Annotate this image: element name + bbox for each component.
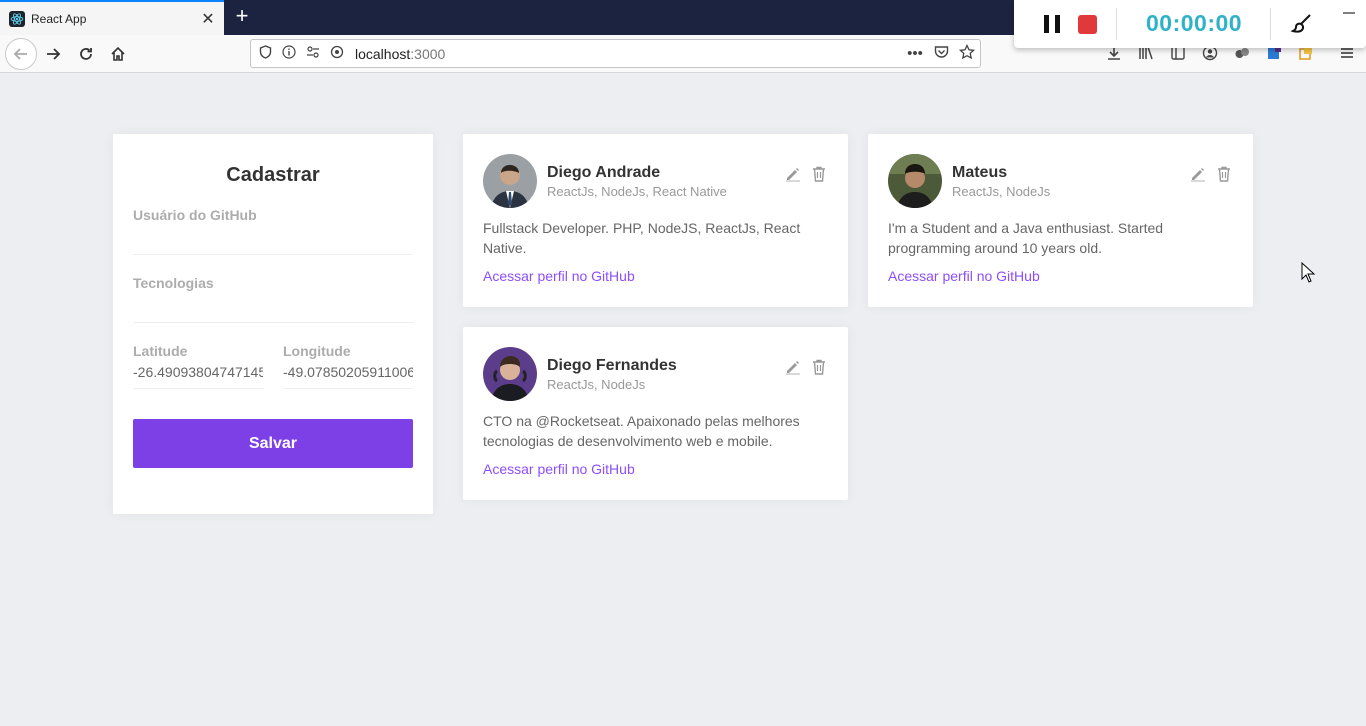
dev-name: Mateus <box>952 163 1008 181</box>
register-dev-form: Cadastrar Usuário do GitHub Tecnologias … <box>113 134 433 514</box>
pause-icon[interactable] <box>1044 15 1060 33</box>
back-button[interactable] <box>5 38 37 70</box>
new-tab-button[interactable]: + <box>230 4 254 30</box>
dev-card: Diego Andrade ReactJs, NodeJs, React Nat… <box>463 134 848 307</box>
dev-name: Diego Fernandes <box>547 356 677 374</box>
mouse-cursor-icon <box>1301 262 1315 283</box>
brush-icon[interactable] <box>1290 12 1314 42</box>
edit-pencil-icon[interactable] <box>784 165 802 183</box>
bookmark-star-icon[interactable] <box>954 43 980 64</box>
longitude-block: Longitude -49.07850205911006 <box>283 343 413 389</box>
reload-icon <box>80 48 92 60</box>
user-info: Diego Fernandes ReactJs, NodeJs <box>547 357 776 392</box>
dev-card: Diego Fernandes ReactJs, NodeJs CTO na @… <box>463 327 848 500</box>
card-actions <box>776 358 828 376</box>
dev-name: Diego Andrade <box>547 163 661 181</box>
github-username-block: Usuário do GitHub <box>133 207 413 255</box>
form-title: Cadastrar <box>226 164 320 186</box>
info-icon[interactable] <box>279 45 299 62</box>
shield-icon[interactable] <box>255 45 275 62</box>
techs-block: Tecnologias <box>133 275 413 323</box>
techs-input[interactable] <box>133 291 413 323</box>
tracking-icon[interactable] <box>327 45 347 62</box>
github-username-input[interactable] <box>133 223 413 255</box>
dev-bio: CTO na @Rocketseat. Apaixonado pelas mel… <box>483 413 800 449</box>
coordinates-group: Latitude -26.49093804747145 Longitude -4… <box>133 343 413 389</box>
home-button[interactable] <box>104 40 132 68</box>
edit-pencil-icon[interactable] <box>784 358 802 376</box>
edit-pencil-icon[interactable] <box>1189 165 1207 183</box>
latitude-block: Latitude -26.49093804747145 <box>133 343 263 389</box>
dev-bio: I'm a Student and a Java enthusiast. Sta… <box>888 220 1164 256</box>
forward-button[interactable] <box>39 40 67 68</box>
home-icon <box>111 46 125 61</box>
github-username-label: Usuário do GitHub <box>133 207 257 223</box>
dev-techs: ReactJs, NodeJs <box>547 376 646 392</box>
trash-icon[interactable] <box>810 165 828 183</box>
avatar <box>483 154 537 208</box>
github-profile-link[interactable]: Acessar perfil no GitHub <box>483 461 828 477</box>
browser-tab[interactable]: React App ✕ <box>0 0 224 35</box>
dev-techs: ReactJs, NodeJs, React Native <box>547 183 727 199</box>
screen-recorder-toolbar: 00:00:00 <box>1014 0 1366 48</box>
github-profile-link[interactable]: Acessar perfil no GitHub <box>483 268 828 284</box>
techs-label: Tecnologias <box>133 275 214 291</box>
dev-bio: Fullstack Developer. PHP, NodeJS, ReactJ… <box>483 220 801 256</box>
save-button[interactable]: Salvar <box>133 419 413 468</box>
url-bar[interactable]: localhost:3000 ••• <box>250 39 981 68</box>
stop-icon[interactable] <box>1078 15 1097 34</box>
latitude-label: Latitude <box>133 343 188 359</box>
card-actions <box>1181 165 1233 183</box>
user-info: Mateus ReactJs, NodeJs <box>952 164 1181 199</box>
url-port: :3000 <box>410 45 446 62</box>
dev-techs: ReactJs, NodeJs <box>952 183 1051 199</box>
divider <box>1116 8 1117 40</box>
avatar <box>888 154 942 208</box>
card-actions <box>776 165 828 183</box>
trash-icon[interactable] <box>1215 165 1233 183</box>
trash-icon[interactable] <box>810 358 828 376</box>
longitude-input[interactable]: -49.07850205911006 <box>283 359 413 389</box>
minimize-icon[interactable] <box>1342 4 1356 25</box>
url-host: localhost <box>355 45 411 62</box>
github-profile-link[interactable]: Acessar perfil no GitHub <box>888 268 1233 284</box>
recording-timer: 00:00:00 <box>1146 10 1243 36</box>
permissions-icon[interactable] <box>303 45 323 62</box>
reload-button[interactable] <box>72 40 100 68</box>
dev-card: Mateus ReactJs, NodeJs I'm a Student and… <box>868 134 1253 307</box>
divider <box>1270 8 1271 40</box>
tab-title: React App <box>31 11 87 26</box>
pocket-icon[interactable] <box>928 45 954 63</box>
close-tab-icon[interactable]: ✕ <box>196 9 220 29</box>
arrow-right-icon <box>47 48 61 60</box>
longitude-label: Longitude <box>283 343 351 359</box>
url-text[interactable]: localhost:3000 <box>355 46 902 62</box>
react-logo-icon <box>9 10 25 27</box>
latitude-input[interactable]: -26.49093804747145 <box>133 359 263 389</box>
user-info: Diego Andrade ReactJs, NodeJs, React Nat… <box>547 164 776 199</box>
avatar <box>483 347 537 401</box>
arrow-left-icon <box>13 48 27 60</box>
page-actions-icon[interactable]: ••• <box>902 45 928 62</box>
